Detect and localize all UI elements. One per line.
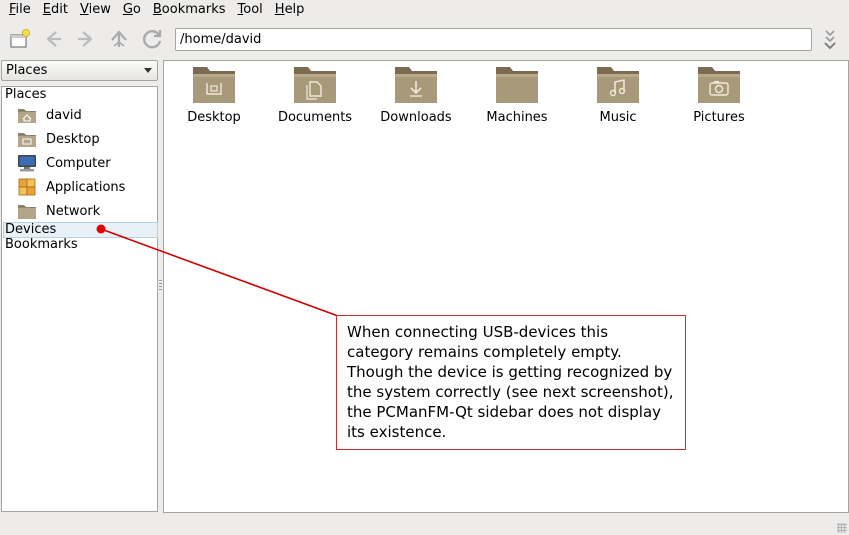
applications-icon bbox=[16, 176, 38, 198]
pictures-folder-icon bbox=[698, 67, 740, 103]
status-bar bbox=[0, 515, 849, 535]
sidebar-item-label: Network bbox=[46, 203, 101, 219]
file-name: Downloads bbox=[380, 110, 452, 125]
menu-view[interactable]: View bbox=[74, 0, 117, 20]
file-name: Desktop bbox=[187, 110, 241, 125]
file-name: Documents bbox=[277, 110, 353, 125]
sidebar-section-places[interactable]: Places bbox=[5, 87, 46, 103]
file-item-downloads[interactable]: Downloads bbox=[366, 63, 466, 133]
splitter-handle[interactable] bbox=[159, 280, 162, 292]
file-item-documents[interactable]: Documents bbox=[265, 63, 365, 133]
file-name: Music bbox=[599, 110, 637, 125]
file-name: Machines bbox=[486, 110, 548, 125]
menu-help[interactable]: Help bbox=[269, 0, 311, 20]
new-tab-button[interactable] bbox=[7, 26, 33, 52]
menu-go[interactable]: Go bbox=[117, 0, 147, 20]
reload-icon bbox=[143, 30, 162, 49]
computer-icon bbox=[16, 152, 38, 174]
desktop-folder-icon bbox=[193, 67, 235, 103]
back-button[interactable] bbox=[40, 26, 66, 52]
sidebar-mode-value: Places bbox=[6, 63, 48, 78]
file-name: Pictures bbox=[693, 110, 745, 125]
folder-icon bbox=[496, 67, 538, 103]
sidebar-item-label: Applications bbox=[46, 179, 126, 195]
sidebar-item-computer[interactable]: Computer bbox=[16, 151, 156, 175]
sidebar-item-network[interactable]: Network bbox=[16, 199, 156, 223]
network-folder-icon bbox=[16, 200, 38, 222]
sidebar-item-label: Desktop bbox=[46, 131, 100, 147]
go-button[interactable] bbox=[816, 26, 844, 54]
menu-file[interactable]: File bbox=[3, 0, 37, 20]
menu-bookmarks[interactable]: Bookmarks bbox=[147, 0, 232, 20]
sidebar-item-desktop[interactable]: Desktop bbox=[16, 127, 156, 151]
sidebar-item-label: Computer bbox=[46, 155, 111, 171]
sidebar-item-label: david bbox=[46, 107, 82, 123]
annotation-callout: When connecting USB-devices this categor… bbox=[336, 315, 686, 450]
desktop-folder-icon bbox=[16, 128, 38, 150]
forward-arrow-icon bbox=[78, 31, 93, 47]
reload-button[interactable] bbox=[139, 26, 165, 52]
sidebar-item-applications[interactable]: Applications bbox=[16, 175, 156, 199]
file-item-desktop[interactable]: Desktop bbox=[164, 63, 264, 133]
home-folder-icon bbox=[16, 104, 38, 126]
documents-folder-icon bbox=[294, 67, 336, 103]
menu-bar: File Edit View Go Bookmarks Tool Help bbox=[0, 0, 849, 20]
chevron-down-icon bbox=[144, 68, 152, 73]
back-arrow-icon bbox=[46, 31, 61, 47]
file-item-machines[interactable]: Machines bbox=[467, 63, 567, 133]
sidebar-mode-select[interactable]: Places bbox=[1, 60, 158, 81]
sidebar: Places david Desktop Computer Applicatio… bbox=[1, 86, 158, 512]
sidebar-item-david[interactable]: david bbox=[16, 103, 156, 127]
sidebar-section-bookmarks[interactable]: Bookmarks bbox=[5, 237, 78, 253]
file-item-pictures[interactable]: Pictures bbox=[669, 63, 769, 133]
go-arrow-icon bbox=[824, 30, 836, 50]
menu-tool[interactable]: Tool bbox=[232, 0, 269, 20]
forward-button[interactable] bbox=[73, 26, 99, 52]
address-input[interactable] bbox=[175, 28, 812, 51]
sidebar-section-devices[interactable]: Devices bbox=[5, 222, 56, 238]
up-button[interactable] bbox=[106, 26, 132, 52]
file-item-music[interactable]: Music bbox=[568, 63, 668, 133]
up-arrow-icon bbox=[111, 30, 127, 47]
menu-edit[interactable]: Edit bbox=[37, 0, 74, 20]
new-window-icon bbox=[10, 29, 30, 48]
resize-grip-icon[interactable] bbox=[837, 523, 847, 533]
music-folder-icon bbox=[597, 67, 639, 103]
downloads-folder-icon bbox=[395, 67, 437, 103]
